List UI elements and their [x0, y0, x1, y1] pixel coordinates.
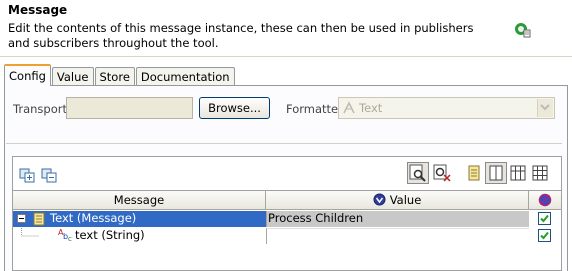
formatter-icon [343, 101, 355, 114]
table-row[interactable]: A b c text (String) [13, 228, 561, 244]
collapse-all-icon [41, 168, 57, 183]
tab-value[interactable]: Value [51, 67, 94, 86]
table-row[interactable]: Text (Message) Process Children [13, 211, 561, 227]
message-settings-icon[interactable] [513, 20, 531, 38]
row-enabled-checkbox[interactable] [538, 229, 551, 242]
document-icon [468, 165, 480, 181]
column-header-enabled[interactable] [529, 191, 561, 210]
message-toolbar [12, 156, 562, 190]
expand-all-icon [19, 168, 35, 183]
transport-field [66, 97, 193, 119]
formatter-dropdown[interactable]: Text [338, 97, 555, 119]
tree-connector [21, 228, 39, 237]
find-button[interactable] [407, 162, 429, 184]
grid-icon [532, 165, 548, 181]
two-column-icon [489, 165, 503, 181]
document-view-button[interactable] [463, 162, 485, 184]
expand-all-button[interactable] [17, 163, 39, 185]
collapse-all-button[interactable] [39, 163, 61, 185]
tab-store[interactable]: Store [94, 67, 135, 86]
row-message-cell[interactable]: A b c text (String) [13, 228, 266, 244]
row-enabled-checkbox[interactable] [538, 212, 551, 225]
find-clear-button[interactable] [431, 162, 453, 184]
column-header-message[interactable]: Message [13, 191, 266, 210]
find-icon [409, 164, 426, 182]
three-column-view-button[interactable] [507, 162, 529, 184]
grid-view-button[interactable] [529, 162, 551, 184]
header-title: Message [8, 3, 68, 17]
collapse-toggle-icon[interactable] [17, 214, 26, 223]
two-column-view-button[interactable] [485, 162, 507, 184]
message-table: Message Value Text (Message) Process Chi… [12, 190, 562, 271]
column-header-value-label: Value [389, 193, 422, 207]
find-clear-icon [433, 164, 451, 182]
tab-documentation[interactable]: Documentation [135, 67, 235, 86]
check-icon [540, 214, 549, 223]
value-column-icon [373, 193, 386, 206]
row-message-cell[interactable]: Text (Message) [13, 211, 266, 227]
filter-column-icon [538, 193, 552, 207]
row-name: text (String) [75, 228, 145, 242]
three-column-icon [510, 165, 526, 181]
header: Message Edit the contents of this messag… [0, 0, 572, 57]
formatter-value: Text [359, 101, 383, 115]
row-name: Text (Message) [50, 211, 137, 225]
string-type-icon: A b c [58, 228, 72, 242]
row-value: Process Children [268, 211, 364, 225]
tab-bar: Config Value Store Documentation [4, 64, 236, 86]
formatter-label: Formatter [286, 102, 343, 116]
row-value-cell[interactable] [266, 228, 529, 244]
tab-config[interactable]: Config [4, 64, 51, 86]
header-description: Edit the contents of this message instan… [8, 21, 474, 50]
message-node-icon [33, 212, 45, 226]
chevron-down-icon[interactable] [537, 99, 553, 117]
svg-text:c: c [68, 235, 72, 242]
row-value-cell[interactable]: Process Children [266, 211, 529, 227]
check-icon [540, 231, 549, 240]
section-divider [6, 143, 562, 144]
column-header-value[interactable]: Value [266, 191, 529, 210]
transport-label: Transport [13, 102, 67, 116]
browse-button[interactable]: Browse... [199, 97, 270, 119]
